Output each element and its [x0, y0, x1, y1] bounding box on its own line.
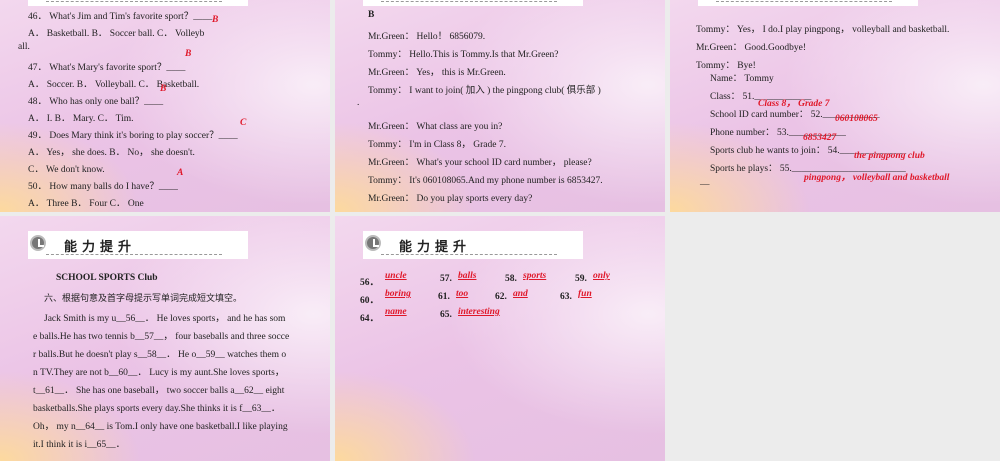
header-title: 能力提升	[64, 240, 137, 255]
answer-word: uncle	[385, 271, 407, 281]
clock-icon	[365, 235, 381, 251]
answer-number: 60．	[360, 296, 380, 306]
dialogue-line: Tommy： I'm in Class 8， Grade 7.	[368, 140, 506, 150]
answer-word: interesting	[458, 307, 500, 317]
slide-header: 能力提升	[28, 231, 248, 259]
answer: B	[185, 49, 192, 59]
dialogue-line: .	[357, 98, 360, 108]
dialogue-line: Mr.Green： What's your school ID card num…	[368, 158, 592, 168]
answer-number: 56．	[360, 278, 380, 288]
form-line: Name： Tommy	[710, 74, 774, 84]
answer-number: 62.	[495, 292, 507, 302]
slide-header: 能力提升	[363, 231, 583, 259]
question-text: 48． Who has only one ball？____	[28, 97, 164, 107]
answer: the pingpong club	[854, 151, 925, 161]
question-text: 49． Does Mary think it's boring to play …	[28, 131, 238, 141]
slide-header	[363, 0, 583, 6]
answer-word: and	[513, 289, 528, 299]
answer-number: 59.	[575, 274, 587, 284]
passage-line: r balls.But he doesn't play s__58__． He …	[33, 350, 287, 360]
answer: pingpong， volleyball and basketball	[804, 173, 950, 183]
answer: 060108065	[835, 114, 878, 124]
slide-header	[28, 0, 248, 6]
question-text: 50． How many balls do I have？____	[28, 182, 178, 192]
dialogue-line: Mr.Green： Yes， this is Mr.Green.	[368, 68, 506, 78]
slide-3[interactable]: Tommy： Yes， I do.I play pingpong， volley…	[670, 0, 1000, 212]
question-text: 46． What's Jim and Tim's favorite sport？…	[28, 12, 213, 22]
clock-icon	[30, 235, 46, 251]
instruction: 六、根据句意及首字母提示写单词完成短文填空。	[44, 294, 243, 304]
passage-line: it.I think it is i__65__．	[33, 440, 126, 450]
passage-line: e balls.He has two tennis b__57__， four …	[33, 332, 290, 342]
answer-word: boring	[385, 289, 411, 299]
answer-number: 64．	[360, 314, 380, 324]
answer: Class 8， Grade 7	[758, 99, 830, 109]
answer-number: 61.	[438, 292, 450, 302]
dialogue-line: Mr.Green： What class are you in?	[368, 122, 503, 132]
options-text: A． Three B． Four C． One	[28, 199, 144, 209]
answer-number: 57.	[440, 274, 452, 284]
answer: B	[160, 84, 167, 94]
passage-line: Oh， my n__64__ is Tom.I only have one ba…	[33, 422, 288, 432]
dialogue-line: Tommy： Bye!	[696, 61, 756, 71]
header-title: 能力提升	[399, 240, 472, 255]
slide-1[interactable]: 46． What's Jim and Tim's favorite sport？…	[0, 0, 330, 212]
passage-line: t__61__． She has one baseball， two socce…	[33, 386, 285, 396]
options-text: A． Yes， she does. B． No， she doesn't.	[28, 148, 195, 158]
answer: C	[240, 118, 247, 128]
answer-number: 58.	[505, 274, 517, 284]
dialogue-line: Tommy： I want to join( 加入 ) the pingpong…	[368, 86, 601, 96]
passage-title: SCHOOL SPORTS Club	[56, 273, 158, 283]
answer: A	[177, 168, 184, 178]
answer: B	[212, 15, 219, 25]
dash: —	[700, 180, 710, 190]
options-text: A． Soccer. B． Volleyball. C． Basketball.	[28, 80, 200, 90]
answer-number: 63.	[560, 292, 572, 302]
options-text: A． Basketball. B． Soccer ball. C． Volley…	[28, 29, 205, 39]
answer-number: 65.	[440, 310, 452, 320]
passage-line: Jack Smith is my u__56__． He loves sport…	[44, 314, 286, 324]
dialogue-line: Mr.Green： Do you play sports every day?	[368, 194, 533, 204]
answer: 6853427	[803, 133, 837, 143]
passage-line: n TV.They are not b__60__． Lucy is my au…	[33, 368, 285, 378]
answer-word: balls	[458, 271, 477, 281]
section-label: B	[368, 10, 375, 20]
dialogue-line: Tommy： Yes， I do.I play pingpong， volley…	[696, 25, 950, 35]
slide-2[interactable]: B Mr.Green： Hello！ 6856079. Tommy： Hello…	[335, 0, 665, 212]
answer-word: too	[456, 289, 469, 299]
dialogue-line: Tommy： Hello.This is Tommy.Is that Mr.Gr…	[368, 50, 559, 60]
options-text: C． We don't know.	[28, 165, 105, 175]
dialogue-line: Tommy： It's 060108065.And my phone numbe…	[368, 176, 603, 186]
dialogue-line: Mr.Green： Hello！ 6856079.	[368, 32, 486, 42]
answer-word: name	[385, 307, 407, 317]
dialogue-line: Mr.Green： Good.Goodbye!	[696, 43, 807, 53]
answer-word: fun	[578, 289, 592, 299]
options-text: all.	[18, 42, 30, 52]
question-text: 47． What's Mary's favorite sport？____	[28, 63, 186, 73]
slide-header	[698, 0, 918, 6]
options-text: A． I. B． Mary. C． Tim.	[28, 114, 134, 124]
slide-5[interactable]: 能力提升 56． uncle 57. balls 58. sports 59. only 60．…	[335, 216, 665, 461]
slide-4[interactable]: 能力提升 SCHOOL SPORTS Club 六、根据句意及首字母提示写单词完…	[0, 216, 330, 461]
passage-line: basketballs.She plays sports every day.S…	[33, 404, 281, 414]
answer-word: sports	[523, 271, 547, 281]
answer-word: only	[593, 271, 610, 281]
